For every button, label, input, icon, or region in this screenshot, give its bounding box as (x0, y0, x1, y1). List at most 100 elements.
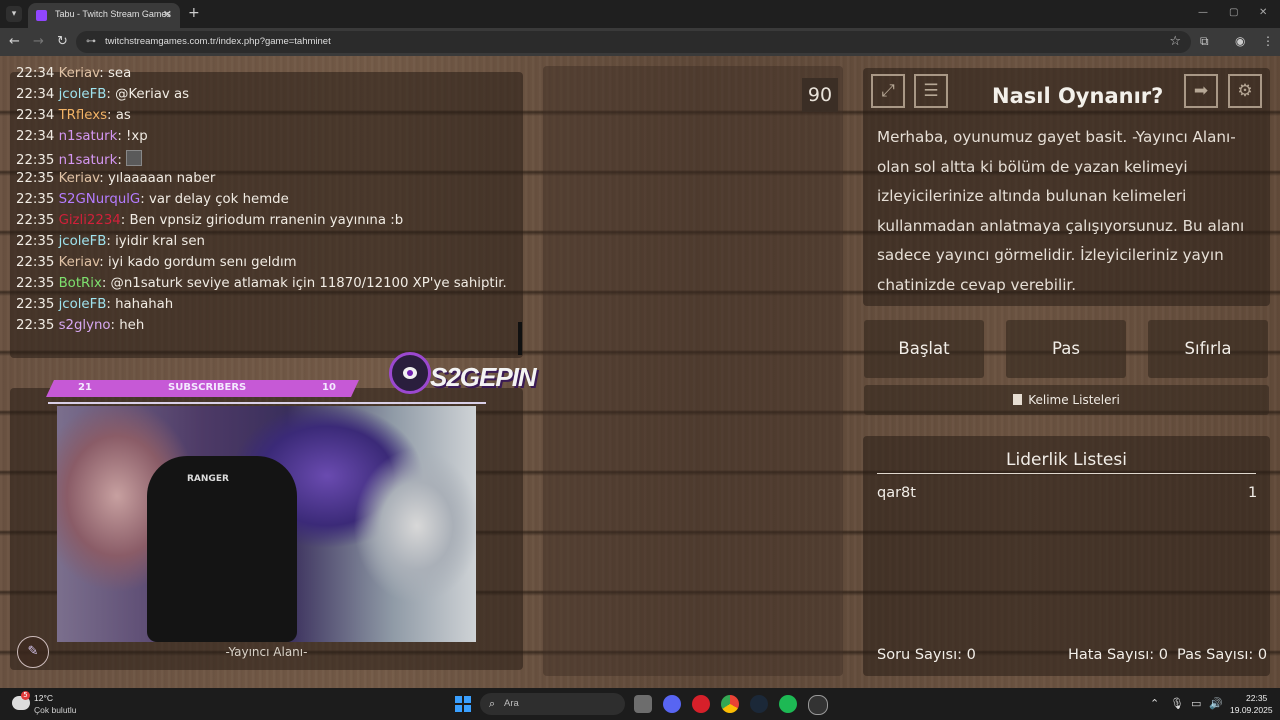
weather-badge: 5 (21, 691, 30, 700)
chat-message: 22:35 Keriav: iyi kado gordum senı geldı… (16, 255, 297, 270)
webcam-video: RANGER (57, 406, 476, 642)
chair-brand-label: RANGER (187, 474, 229, 484)
overlay-divider (48, 402, 486, 404)
opera-icon[interactable] (692, 695, 710, 713)
chat-text: : @Keriav as (106, 87, 190, 102)
rules-list-icon[interactable]: ☰ (914, 74, 948, 108)
start-button[interactable]: Başlat (864, 320, 984, 378)
windows-start-icon[interactable] (455, 696, 471, 712)
leaderboard-panel (863, 436, 1270, 676)
browser-tab-strip: ▾ Tabu - Twitch Stream Games ✕ + — ▢ ✕ (0, 0, 1280, 28)
browser-menu-icon[interactable]: ⋮ (1262, 34, 1274, 48)
countdown-timer: 90 (802, 78, 838, 112)
forward-button[interactable]: → (33, 34, 44, 49)
reset-button[interactable]: Sıfırla (1148, 320, 1268, 378)
chat-text: : iyidir kral sen (106, 234, 205, 249)
chat-text: : var delay çok hemde (140, 192, 289, 207)
discord-icon[interactable] (663, 695, 681, 713)
app-icon[interactable] (808, 695, 828, 715)
chat-time: 22:34 (16, 129, 55, 144)
owl-logo-icon (389, 352, 431, 394)
address-bar-row: ← → ↻ ⊶ twitchstreamgames.com.tr/index.p… (0, 28, 1280, 56)
extensions-icon[interactable]: ⧉ (1200, 34, 1209, 49)
chat-username: S2GNurqulG (58, 192, 141, 207)
volume-icon[interactable]: 🔊 (1209, 697, 1223, 710)
logout-icon[interactable]: ➡ (1184, 74, 1218, 108)
chat-message: 22:34 jcoleFB: @Keriav as (16, 87, 189, 102)
chat-text: : Ben vpnsiz giriodum rranenin yayınına … (120, 213, 404, 228)
maximize-button[interactable]: ▢ (1229, 7, 1238, 18)
edit-pen-button[interactable]: ✎ (17, 636, 49, 668)
fullscreen-icon[interactable]: ⤢ (871, 74, 905, 108)
task-view-icon[interactable] (634, 695, 652, 713)
search-icon: ⌕ (489, 697, 496, 710)
chat-message: 22:35 Keriav: yılaaaaan naber (16, 171, 215, 186)
leaderboard-player-name: qar8t (877, 485, 916, 501)
subscribers-right-count: 10 (322, 382, 336, 393)
steam-icon[interactable] (750, 695, 768, 713)
chat-username: BotRix (58, 276, 102, 291)
site-info-icon[interactable]: ⊶ (86, 36, 96, 47)
chat-time: 22:34 (16, 66, 55, 81)
subscribers-left-count: 21 (78, 382, 92, 393)
windows-taskbar: 5 12°C Çok bulutlu ⌕ Ara ⌃ 🎙 ▭ 🔊 22:35 1… (0, 688, 1280, 720)
chat-username: Keriav (58, 255, 100, 270)
clock-time[interactable]: 22:35 (1246, 693, 1267, 703)
chat-time: 22:34 (16, 108, 55, 123)
address-input[interactable]: ⊶ twitchstreamgames.com.tr/index.php?gam… (76, 31, 1191, 53)
back-button[interactable]: ← (9, 34, 20, 49)
taskbar-search-input[interactable]: ⌕ Ara (480, 693, 625, 715)
reload-button[interactable]: ↻ (57, 34, 68, 49)
microphone-icon[interactable]: 🎙 (1170, 697, 1184, 710)
profile-avatar[interactable]: ◉ (1235, 34, 1245, 48)
chat-username: s2glyno (58, 318, 111, 333)
chat-username: n1saturk (58, 153, 118, 168)
browser-tab[interactable]: Tabu - Twitch Stream Games ✕ (28, 3, 180, 28)
chat-username: jcoleFB (58, 297, 107, 312)
chat-time: 22:35 (16, 153, 55, 168)
clock-date[interactable]: 19.09.2025 (1230, 705, 1273, 715)
error-count: Hata Sayısı: 0 (1068, 647, 1168, 663)
chat-time: 22:35 (16, 171, 55, 186)
chat-message: 22:35 jcoleFB: hahahah (16, 297, 173, 312)
chat-message: 22:35 jcoleFB: iyidir kral sen (16, 234, 205, 249)
new-tab-button[interactable]: + (188, 5, 200, 21)
chat-message: 22:35 s2glyno: heh (16, 318, 144, 333)
settings-gear-icon[interactable]: ⚙ (1228, 74, 1262, 108)
chat-message: 22:35 Gizli2234: Ben vpnsiz giriodum rra… (16, 213, 403, 228)
chat-message: 22:34 Keriav: sea (16, 66, 131, 81)
minimize-button[interactable]: — (1198, 7, 1208, 18)
chat-time: 22:34 (16, 87, 55, 102)
chat-scrollbar[interactable] (518, 322, 522, 355)
weather-description: Çok bulutlu (34, 705, 77, 715)
chat-username: jcoleFB (58, 87, 107, 102)
tab-title: Tabu - Twitch Stream Games (55, 9, 171, 19)
pass-button[interactable]: Pas (1006, 320, 1126, 378)
tab-close-icon[interactable]: ✕ (163, 8, 172, 21)
chat-username: Gizli2234 (58, 213, 121, 228)
word-lists-button[interactable]: Kelime Listeleri (864, 385, 1269, 415)
question-count: Soru Sayısı: 0 (877, 647, 976, 663)
chat-message: 22:34 TRflexs: as (16, 108, 131, 123)
word-lists-label: Kelime Listeleri (1028, 393, 1120, 407)
tray-chevron-icon[interactable]: ⌃ (1150, 697, 1159, 710)
emote-icon (126, 150, 143, 166)
how-to-play-title: Nasıl Oynanır? (992, 84, 1164, 108)
chat-time: 22:35 (16, 276, 55, 291)
game-page: 22:34 Keriav: sea 22:34 jcoleFB: @Keriav… (0, 56, 1280, 688)
bookmark-star-icon[interactable]: ☆ (1169, 34, 1181, 49)
weather-temperature: 12°C (34, 693, 53, 703)
channel-logo-text: S2GEPIN (430, 362, 537, 392)
network-icon[interactable]: ▭ (1191, 697, 1201, 710)
document-icon (1013, 394, 1023, 405)
pass-count: Pas Sayısı: 0 (1177, 647, 1268, 663)
chat-text: : hahahah (106, 297, 174, 312)
chrome-icon[interactable] (721, 695, 739, 713)
spotify-icon[interactable] (779, 695, 797, 713)
how-to-play-text: Merhaba, oyunumuz gayet basit. -Yayıncı … (877, 128, 1245, 294)
chat-message: 22:35 S2GNurqulG: var delay çok hemde (16, 192, 289, 207)
chat-time: 22:35 (16, 234, 55, 249)
window-close-button[interactable]: ✕ (1259, 7, 1267, 18)
tab-search-button[interactable]: ▾ (6, 6, 22, 22)
chat-text: : !xp (117, 129, 148, 144)
